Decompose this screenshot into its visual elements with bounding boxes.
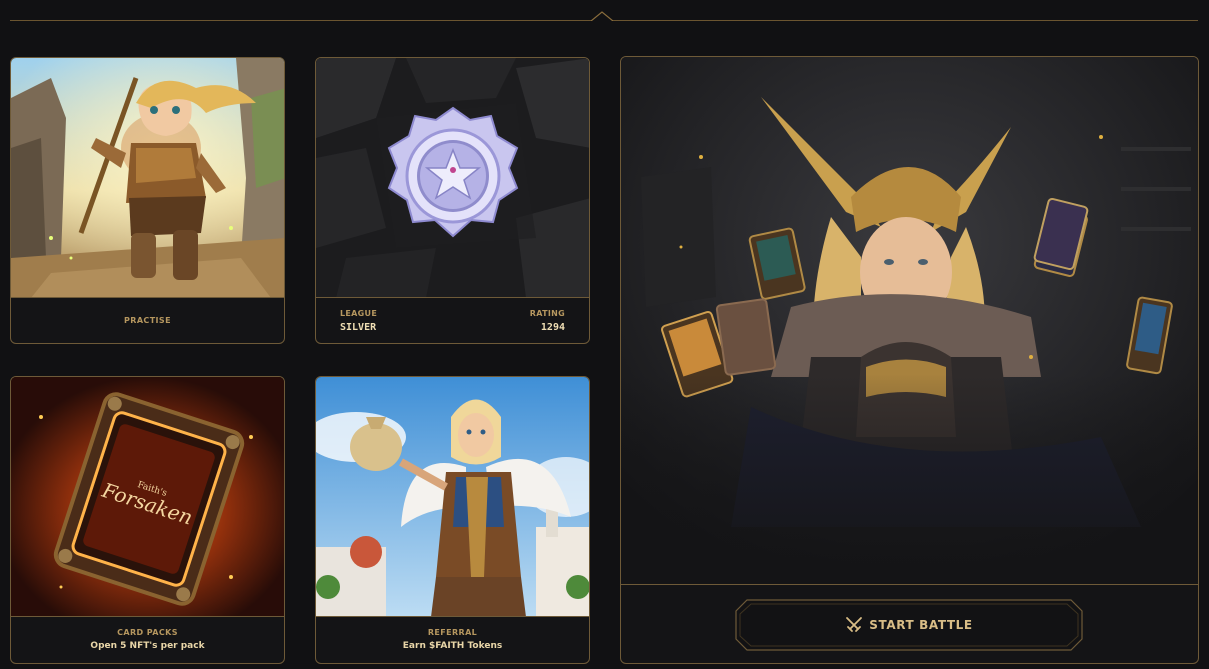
- league-art: [316, 58, 589, 298]
- league-value: SILVER: [340, 322, 377, 333]
- battle-panel: START BATTLE: [620, 56, 1199, 664]
- card-packs-caption: CARD PACKS Open 5 NFT's per pack: [11, 616, 284, 663]
- battle-art: [621, 57, 1198, 585]
- rating-label: RATING: [529, 309, 565, 318]
- practise-title: PRACTISE: [124, 315, 171, 325]
- card-packs-subtitle: Open 5 NFT's per pack: [90, 641, 205, 651]
- referral-caption: REFERRAL Earn $FAITH Tokens: [316, 616, 589, 663]
- rating-value: 1294: [540, 322, 565, 333]
- referral-title: REFERRAL: [427, 628, 478, 637]
- practise-card[interactable]: PRACTISE: [10, 57, 285, 344]
- league-caption: LEAGUE SILVER RATING 1294: [316, 297, 589, 343]
- top-divider-notch: [591, 11, 613, 21]
- start-battle-label: START BATTLE: [869, 618, 973, 632]
- practise-art: [11, 58, 284, 298]
- referral-art: [316, 377, 589, 617]
- league-label: LEAGUE: [340, 309, 378, 318]
- referral-subtitle: Earn $FAITH Tokens: [402, 641, 503, 651]
- card-packs-card[interactable]: Faith's Forsaken CARD PACKS Open 5 NFT's…: [10, 376, 285, 664]
- referral-card[interactable]: REFERRAL Earn $FAITH Tokens: [315, 376, 590, 664]
- card-packs-art: Faith's Forsaken: [11, 377, 284, 617]
- card-packs-title: CARD PACKS: [117, 628, 178, 637]
- league-card[interactable]: LEAGUE SILVER RATING 1294: [315, 57, 590, 344]
- swords-icon: [846, 617, 863, 632]
- practise-caption: PRACTISE: [11, 297, 284, 343]
- start-battle-button[interactable]: START BATTLE: [735, 599, 1083, 651]
